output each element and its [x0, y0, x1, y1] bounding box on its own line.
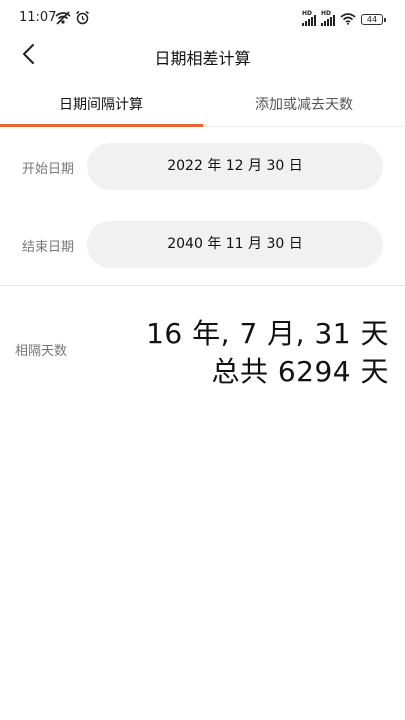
tab-active-indicator: [0, 124, 203, 127]
battery-icon: 44: [361, 14, 386, 25]
end-date-row: 结束日期 2040 年 11 月 30 日: [0, 221, 405, 269]
alarm-icon: [75, 10, 90, 29]
start-date-row: 开始日期 2022 年 12 月 30 日: [0, 143, 405, 191]
end-date-label: 结束日期: [22, 240, 75, 255]
end-date-picker[interactable]: 2040 年 11 月 30 日: [87, 221, 383, 268]
result-breakdown: 16 年, 7 月, 31 天: [146, 317, 389, 350]
wifi-off-icon: [55, 10, 71, 29]
wifi-icon: [340, 10, 356, 29]
nav-bar: 日期相差计算: [0, 36, 405, 76]
start-date-picker[interactable]: 2022 年 12 月 30 日: [87, 143, 383, 190]
page-title: 日期相差计算: [154, 49, 251, 68]
status-left-icons: [55, 10, 90, 29]
signal-hd-icon: HD: [321, 9, 335, 26]
status-bar: 11:07 HD HD 44: [0, 0, 405, 36]
tab-bar: 日期间隔计算 添加或减去天数: [0, 88, 405, 128]
tab-date-interval[interactable]: 日期间隔计算: [0, 88, 202, 126]
result-total-days: 总共 6294 天: [211, 355, 389, 388]
start-date-label: 开始日期: [22, 162, 75, 177]
result-label: 相隔天数: [15, 344, 68, 359]
signal-hd-icon: HD: [302, 9, 316, 26]
section-divider: [0, 285, 405, 286]
status-right-icons: HD HD 44: [302, 9, 386, 29]
tab-add-subtract-days[interactable]: 添加或减去天数: [203, 88, 405, 126]
signal-hd-label: HD: [321, 9, 332, 17]
signal-hd-label: HD: [302, 9, 313, 17]
status-time: 11:07: [19, 10, 57, 25]
